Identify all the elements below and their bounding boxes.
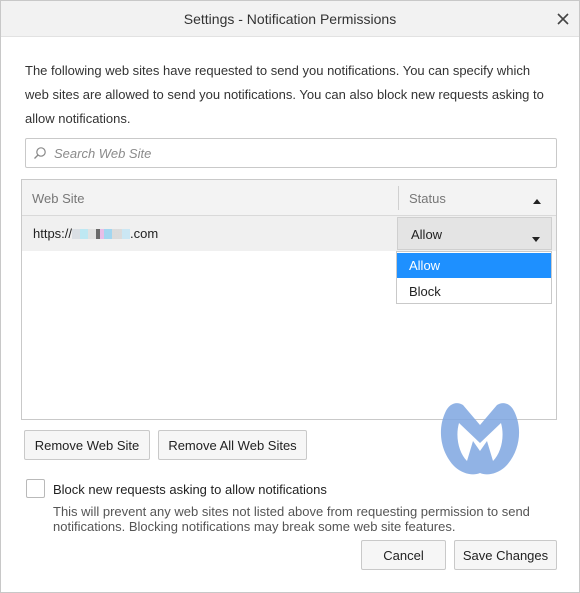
permissions-dialog: Settings - Notification Permissions The … (0, 0, 580, 593)
redacted-domain (72, 229, 131, 239)
search-icon (26, 138, 54, 168)
chevron-down-icon (531, 231, 541, 246)
block-new-requests-note: This will prevent any web sites not list… (53, 504, 530, 534)
dropdown-option-allow[interactable]: Allow (397, 253, 551, 278)
save-changes-button[interactable]: Save Changes (454, 540, 557, 570)
site-url-suffix: .com (130, 226, 159, 241)
status-value: Allow (411, 227, 443, 242)
site-url: https:// .com (33, 226, 158, 241)
column-header-web-site[interactable]: Web Site (32, 191, 85, 206)
cancel-button[interactable]: Cancel (361, 540, 446, 570)
remove-all-web-sites-button[interactable]: Remove All Web Sites (158, 430, 307, 460)
dropdown-option-block[interactable]: Block (397, 279, 551, 304)
column-divider (398, 186, 399, 210)
remove-web-site-button[interactable]: Remove Web Site (24, 430, 150, 460)
search-input[interactable] (54, 139, 556, 167)
block-new-requests-label[interactable]: Block new requests asking to allow notif… (53, 482, 327, 497)
close-button[interactable] (553, 9, 573, 29)
block-new-requests-checkbox[interactable] (26, 479, 45, 498)
site-url-prefix: https:// (33, 226, 73, 241)
title-bar: Settings - Notification Permissions (1, 1, 579, 37)
dialog-title: Settings - Notification Permissions (183, 11, 397, 27)
close-icon (557, 13, 569, 25)
description-text: The following web sites have requested t… (25, 63, 544, 126)
column-header-status[interactable]: Status (409, 191, 446, 206)
table-row[interactable]: https:// .com Allow (22, 216, 556, 251)
malwarebytes-logo-icon (440, 403, 520, 475)
sort-ascending-icon[interactable] (532, 193, 542, 208)
search-box[interactable] (25, 138, 557, 168)
table-header: Web Site Status (22, 180, 556, 216)
status-dropdown-menu: Allow Block (396, 251, 552, 304)
status-select[interactable]: Allow (397, 217, 552, 250)
